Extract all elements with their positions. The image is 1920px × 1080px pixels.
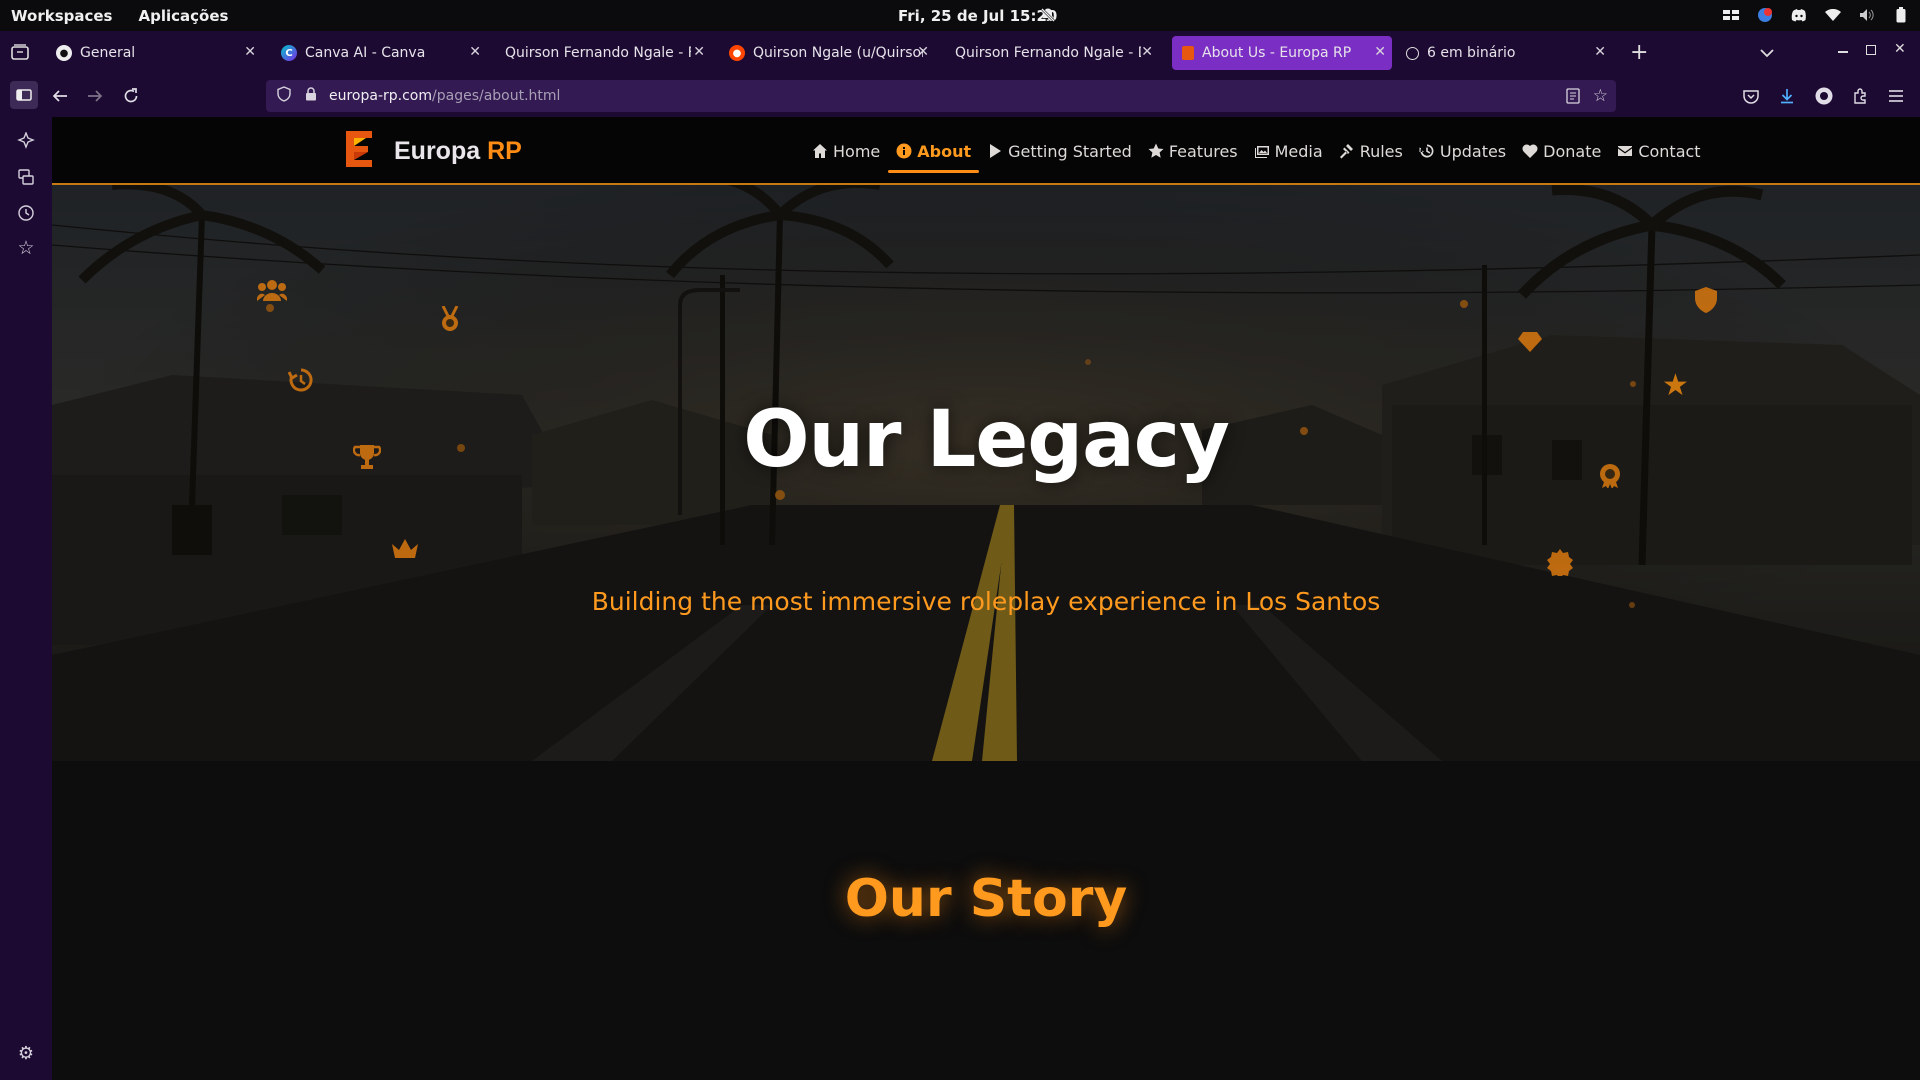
close-tab-icon[interactable]: ✕ [1594, 44, 1606, 60]
back-arrow-icon[interactable] [47, 83, 73, 109]
chrome-notification-icon[interactable] [1756, 6, 1774, 24]
wifi-icon[interactable] [1824, 6, 1842, 24]
close-window-icon[interactable]: ✕ [1894, 41, 1906, 57]
hero-section: ★ Our Legacy Building the most immersive… [52, 185, 1920, 761]
pocket-icon[interactable] [1738, 83, 1764, 109]
images-icon [1254, 146, 1269, 158]
browser-tab-bar: ● General ✕ C Canva AI - Canva ✕ Quirson… [0, 31, 1920, 75]
nav-about[interactable]: About [888, 133, 980, 173]
envelope-icon [1618, 146, 1633, 156]
tab-binario[interactable]: 6 em binário ✕ [1396, 36, 1612, 70]
workspaces-menu[interactable]: Workspaces [11, 7, 112, 25]
gem-icon [1517, 331, 1543, 357]
tab-general[interactable]: ● General ✕ [46, 36, 262, 70]
reddit-icon: ● [729, 45, 745, 61]
home-icon [813, 144, 827, 158]
nav-donate[interactable]: Donate [1514, 133, 1609, 169]
synced-tabs-icon[interactable] [16, 167, 36, 187]
forward-arrow-icon[interactable] [82, 83, 108, 109]
info-icon [896, 143, 912, 159]
nav-getting-started[interactable]: Getting Started [979, 133, 1140, 169]
tab-overview-icon[interactable] [11, 44, 29, 64]
close-tab-icon[interactable]: ✕ [917, 44, 929, 60]
canva-icon: C [281, 45, 297, 61]
europa-logo-icon [344, 129, 374, 173]
close-tab-icon[interactable]: ✕ [1141, 44, 1153, 60]
window-switcher-icon[interactable] [1722, 6, 1740, 24]
play-icon [990, 144, 1002, 158]
hero-title: Our Legacy [743, 395, 1230, 485]
europa-favicon-icon [1182, 46, 1194, 60]
url-bar[interactable]: europa-rp.com/pages/about.html ☆ [266, 80, 1616, 112]
extensions-icon[interactable] [1847, 83, 1873, 109]
close-tab-icon[interactable]: ✕ [244, 44, 256, 60]
tab-reddit[interactable]: ● Quirson Ngale (u/Quirson_N ✕ [719, 36, 935, 70]
tab-quirson-full[interactable]: Quirson Fernando Ngale - Full S ✕ [495, 36, 711, 70]
close-tab-icon[interactable]: ✕ [693, 44, 705, 60]
web-page: Europa RP Home About Getting Started Fea… [52, 117, 1920, 1080]
shield-icon [1694, 286, 1718, 318]
reader-view-icon[interactable] [1566, 88, 1580, 108]
account-icon[interactable] [1811, 83, 1837, 109]
battery-icon[interactable] [1892, 6, 1910, 24]
minimize-icon[interactable] [1838, 51, 1848, 53]
site-brand[interactable]: Europa RP [344, 129, 522, 173]
brand-name: Europa RP [394, 136, 522, 165]
downloads-icon[interactable] [1774, 83, 1800, 109]
os-top-bar: Workspaces Aplicações Fri, 25 de Jul 15:… [0, 0, 1920, 31]
tab-quirson-desen[interactable]: Quirson Fernando Ngale - Desen ✕ [943, 36, 1159, 70]
lock-icon[interactable] [305, 87, 317, 105]
clock[interactable]: Fri, 25 de Jul 15:20 [898, 7, 1057, 25]
restore-icon[interactable] [1866, 45, 1876, 55]
history-icon [1419, 144, 1434, 158]
tab-about-europa[interactable]: About Us - Europa RP ✕ [1172, 36, 1392, 70]
discord-icon[interactable] [1790, 6, 1808, 24]
browser-sidebar: ☆ ⚙ [0, 117, 52, 1080]
nav-updates[interactable]: Updates [1411, 133, 1514, 169]
nav-features[interactable]: Features [1140, 133, 1246, 169]
url-text: europa-rp.com/pages/about.html [329, 88, 561, 104]
star-icon [1148, 143, 1164, 158]
volume-icon[interactable] [1858, 6, 1876, 24]
medal-icon [439, 305, 461, 336]
nav-rules[interactable]: Rules [1331, 133, 1411, 169]
certificate-icon [1546, 548, 1574, 580]
close-tab-icon[interactable]: ✕ [469, 44, 481, 60]
reload-icon[interactable] [118, 83, 144, 109]
site-header: Europa RP Home About Getting Started Fea… [52, 117, 1920, 185]
heart-icon [1522, 144, 1538, 158]
hamburger-menu-icon[interactable] [1883, 83, 1909, 109]
section-title-our-story: Our Story [844, 869, 1128, 929]
browser-nav-bar: europa-rp.com/pages/about.html ☆ [0, 75, 1920, 117]
ai-chatbot-icon[interactable] [16, 131, 36, 151]
notifications-muted-icon[interactable] [1040, 7, 1056, 27]
hero-subtitle: Building the most immersive roleplay exp… [591, 587, 1381, 616]
chevron-down-icon[interactable] [1760, 43, 1774, 62]
close-tab-icon[interactable]: ✕ [1374, 44, 1386, 60]
bookmark-star-icon[interactable]: ☆ [1593, 86, 1608, 106]
chatgpt-icon [1406, 46, 1419, 60]
applications-menu[interactable]: Aplicações [138, 7, 228, 25]
site-menu: Home About Getting Started Features Medi… [804, 117, 1709, 185]
crown-icon [391, 538, 419, 564]
nav-home[interactable]: Home [804, 133, 888, 169]
shield-icon[interactable] [277, 86, 291, 106]
new-tab-icon[interactable]: + [1630, 40, 1648, 65]
users-icon [256, 278, 288, 308]
bookmarks-star-icon[interactable]: ☆ [16, 237, 36, 259]
nav-contact[interactable]: Contact [1609, 133, 1708, 169]
gavel-icon [1339, 144, 1353, 159]
history-icon[interactable] [16, 203, 36, 223]
github-icon: ● [56, 45, 72, 61]
settings-gear-icon[interactable]: ⚙ [16, 1043, 36, 1064]
sidebar-toggle-icon[interactable] [10, 81, 38, 109]
nav-media[interactable]: Media [1246, 133, 1331, 169]
tab-canva[interactable]: C Canva AI - Canva ✕ [271, 36, 487, 70]
